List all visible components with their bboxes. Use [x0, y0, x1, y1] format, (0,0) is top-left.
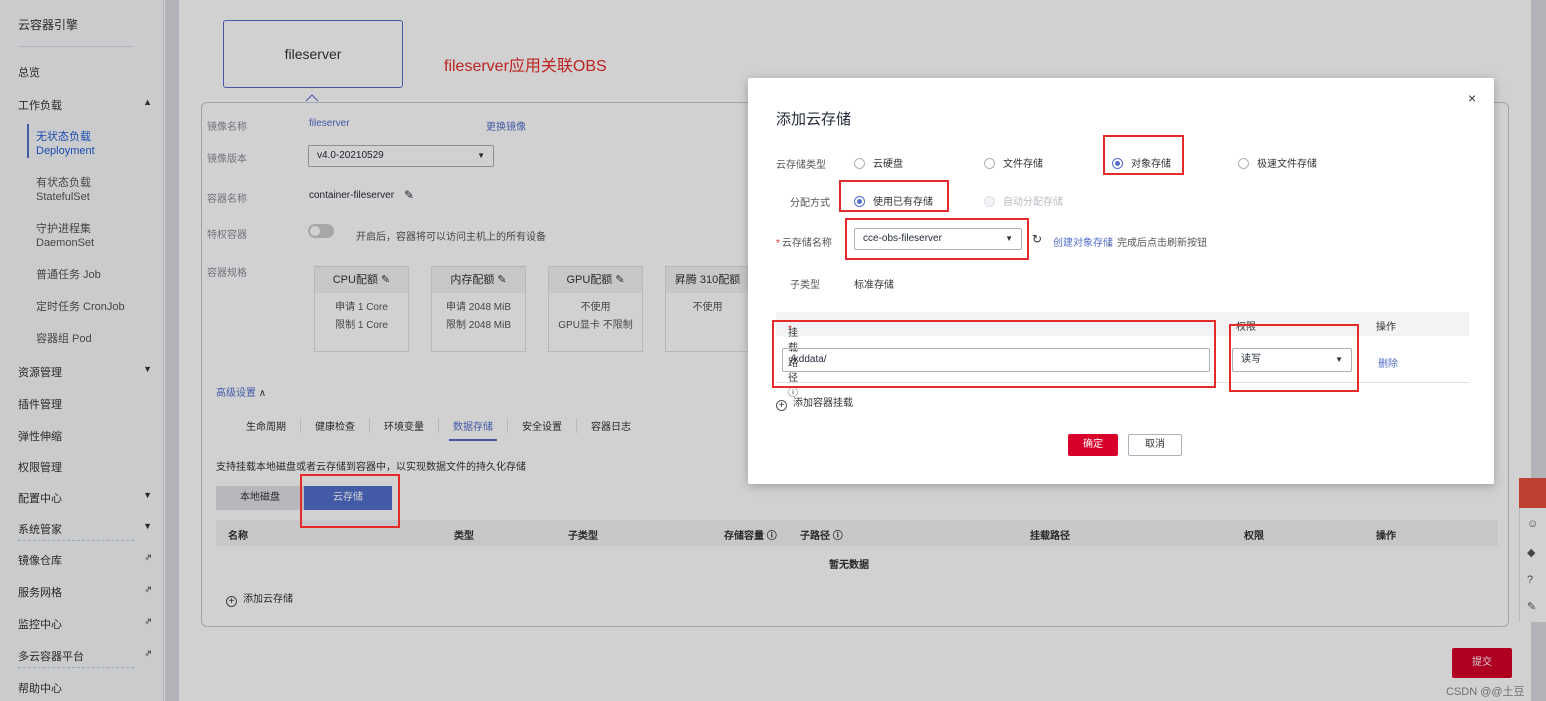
radio-label: 极速文件存储	[1257, 159, 1317, 170]
permission-select[interactable]: 读写 ▼	[1232, 348, 1352, 372]
caret-down-icon: ▼	[1005, 234, 1013, 243]
close-icon[interactable]: ×	[1468, 90, 1476, 106]
alloc-label: 分配方式	[790, 198, 830, 209]
radio-evs[interactable]: 云硬盘	[854, 155, 903, 170]
mount-path-input[interactable]: /kddata/	[782, 348, 1210, 372]
add-mount-label: 添加容器挂载	[793, 398, 853, 409]
radio-label: 使用已有存储	[873, 197, 933, 208]
radio-label: 文件存储	[1003, 159, 1043, 170]
permission-value: 读写	[1241, 354, 1261, 365]
radio-dot	[854, 196, 865, 207]
plus-circle-icon: +	[776, 400, 787, 411]
storage-name-value: cce-obs-fileserver	[863, 233, 942, 244]
subtype-label: 子类型	[790, 280, 820, 291]
cancel-button[interactable]: 取消	[1128, 434, 1182, 456]
radio-dot	[1112, 158, 1123, 169]
radio-use-existing[interactable]: 使用已有存储	[854, 193, 933, 208]
radio-label: 云硬盘	[873, 159, 903, 170]
caret-down-icon: ▼	[1335, 355, 1343, 364]
confirm-button[interactable]: 确定	[1068, 434, 1118, 456]
radio-dot	[854, 158, 865, 169]
storage-type-label: 云存储类型	[776, 160, 826, 171]
storage-name-label-text: 云存储名称	[781, 238, 832, 249]
radio-dot	[984, 158, 995, 169]
storage-name-label: * 云存储名称	[776, 234, 832, 249]
mount-table-header: * 挂载路径 ⓘ 权限 操作	[776, 312, 1469, 399]
subtype-value: 标准存储	[854, 280, 894, 291]
radio-sfs[interactable]: 文件存储	[984, 155, 1043, 170]
add-cloud-storage-dialog: 添加云存储 × 云存储类型 云硬盘 文件存储 对象存储 极速文件存储 分配方式 …	[748, 78, 1494, 484]
dialog-title: 添加云存储	[776, 111, 852, 128]
delete-mount-link[interactable]: 删除	[1378, 355, 1398, 370]
radio-dot	[984, 196, 995, 207]
required-mark: *	[776, 238, 780, 249]
radio-sfs-turbo[interactable]: 极速文件存储	[1238, 155, 1317, 170]
add-mount-button[interactable]: + 添加容器挂载	[776, 394, 853, 411]
col-permission: 权限	[1236, 322, 1256, 333]
col-operation: 操作	[1376, 322, 1396, 333]
radio-auto-alloc[interactable]: 自动分配存储	[984, 193, 1063, 208]
create-hint: ，完成后点击刷新按钮	[1107, 238, 1207, 249]
radio-label: 对象存储	[1131, 159, 1171, 170]
radio-dot	[1238, 158, 1249, 169]
radio-label: 自动分配存储	[1003, 197, 1063, 208]
refresh-icon[interactable]: ↻	[1032, 232, 1042, 246]
create-obs-link[interactable]: 创建对象存储	[1053, 234, 1113, 249]
radio-obs[interactable]: 对象存储	[1112, 155, 1171, 170]
storage-name-select[interactable]: cce-obs-fileserver ▼	[854, 228, 1022, 250]
row-divider	[776, 382, 1469, 383]
